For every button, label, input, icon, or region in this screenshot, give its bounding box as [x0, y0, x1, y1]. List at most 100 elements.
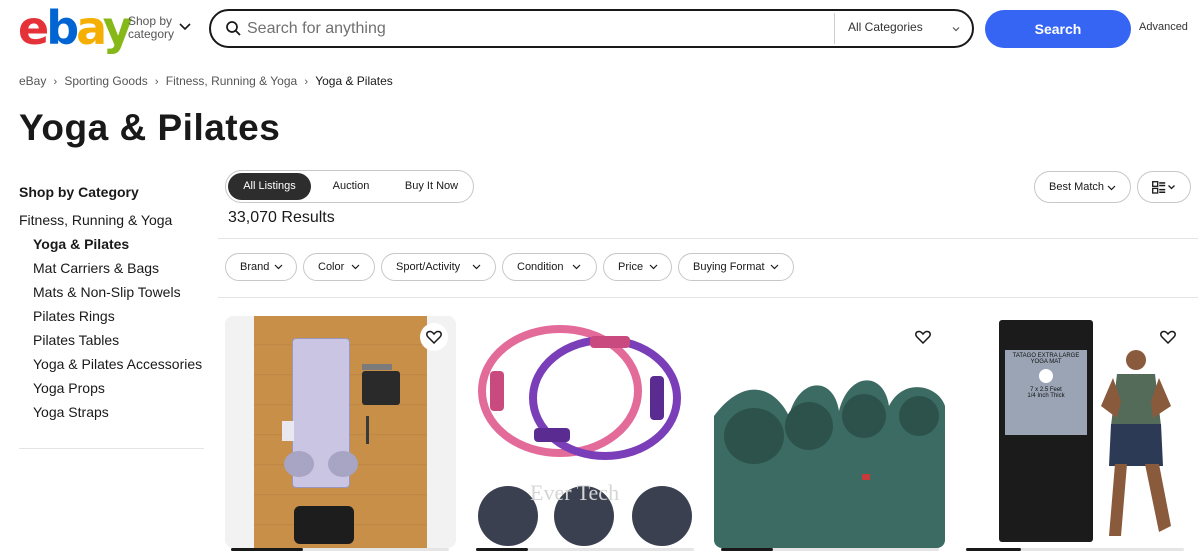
- watchlist-button[interactable]: [1154, 323, 1182, 351]
- product-card[interactable]: [714, 316, 945, 548]
- search-divider: [834, 13, 835, 44]
- chevron-down-icon[interactable]: [951, 24, 961, 34]
- results-count: 33,070 Results: [228, 209, 335, 226]
- sidebar-item-accessories[interactable]: Yoga & Pilates Accessories: [33, 356, 204, 372]
- heart-icon: [915, 330, 931, 344]
- chevron-down-icon: [770, 264, 779, 270]
- image-carousel-progress-fill: [476, 548, 529, 551]
- product-card[interactable]: TATAGO EXTRA LARGE YOGA MAT 7 x 2.5 Feet…: [959, 316, 1190, 548]
- chevron-down-icon: [649, 264, 658, 270]
- filter-brand[interactable]: Brand: [225, 253, 297, 281]
- image-carousel-progress: [476, 548, 694, 551]
- image-carousel-progress-fill: [966, 548, 1021, 551]
- sidebar-item-pilates-rings[interactable]: Pilates Rings: [33, 308, 204, 324]
- green-yoga-mat-image: [714, 380, 945, 548]
- sidebar-heading: Shop by Category: [19, 184, 139, 200]
- watchlist-button[interactable]: [909, 323, 937, 351]
- model-image: [1101, 350, 1171, 536]
- chevron-right-icon: ›: [154, 76, 159, 88]
- logo-letter-y: y: [102, 1, 133, 55]
- filter-label: Sport/Activity: [396, 261, 461, 273]
- chevron-down-icon: [472, 264, 481, 270]
- breadcrumb-current: Yoga & Pilates: [315, 74, 393, 88]
- sidebar-item-parent[interactable]: Fitness, Running & Yoga: [19, 212, 204, 236]
- product-image[interactable]: [714, 316, 945, 548]
- mat-label: TATAGO EXTRA LARGE YOGA MAT 7 x 2.5 Feet…: [1005, 350, 1087, 435]
- product-image[interactable]: [254, 316, 427, 548]
- sidebar-divider: [19, 448, 204, 449]
- shop-by-category-button[interactable]: Shop by category: [128, 15, 174, 41]
- shop-by-category-label: category: [128, 27, 175, 41]
- advanced-search-link[interactable]: Advanced: [1139, 21, 1188, 33]
- product-card[interactable]: [225, 316, 456, 548]
- header: ebay Shop by category All Categories Sea…: [0, 0, 1200, 60]
- sidebar-item-mat-carriers[interactable]: Mat Carriers & Bags: [33, 260, 204, 276]
- logo-letter-a: a: [76, 1, 106, 55]
- breadcrumb-item[interactable]: eBay: [19, 74, 46, 88]
- filter-sport-activity[interactable]: Sport/Activity: [381, 253, 496, 281]
- chevron-right-icon: ›: [304, 76, 309, 88]
- view-toggle-button[interactable]: [1137, 171, 1191, 203]
- chevron-down-icon[interactable]: [178, 20, 192, 34]
- filter-color[interactable]: Color: [303, 253, 375, 281]
- breadcrumb-item[interactable]: Sporting Goods: [64, 74, 147, 88]
- chevron-down-icon: [572, 264, 581, 270]
- chevron-down-icon: [351, 264, 360, 270]
- sort-button[interactable]: Best Match: [1034, 171, 1131, 203]
- sidebar-item-yoga-straps[interactable]: Yoga Straps: [33, 404, 204, 420]
- search-bar: All Categories: [209, 9, 974, 48]
- filter-label: Condition: [517, 261, 564, 273]
- filter-condition[interactable]: Condition: [502, 253, 597, 281]
- tab-buy-it-now[interactable]: Buy It Now: [392, 173, 471, 200]
- mat-label-text: YOGA MAT: [1030, 359, 1062, 365]
- filter-label: Buying Format: [693, 261, 765, 273]
- image-carousel-progress: [966, 548, 1184, 551]
- filter-price[interactable]: Price: [603, 253, 672, 281]
- filter-buying-format[interactable]: Buying Format: [678, 253, 794, 281]
- sidebar-item-yoga-props[interactable]: Yoga Props: [33, 380, 204, 396]
- search-button[interactable]: Search: [985, 10, 1131, 48]
- ring-usage-photos: Ever Tech: [470, 480, 701, 548]
- breadcrumb-item[interactable]: Fitness, Running & Yoga: [166, 74, 297, 88]
- mat-label-text: 1/4 Inch Thick: [1027, 393, 1065, 399]
- sort-label: Best Match: [1049, 181, 1105, 193]
- logo-letter-b: b: [46, 1, 79, 55]
- image-carousel-progress: [231, 548, 449, 551]
- category-sidebar: Shop by Category Fitness, Running & Yoga…: [19, 184, 204, 428]
- breadcrumb: eBay › Sporting Goods › Fitness, Running & Y…: [19, 74, 393, 88]
- image-carousel-progress-fill: [231, 548, 303, 551]
- mat-label-emblem: [1039, 369, 1053, 383]
- page-title: Yoga & Pilates: [19, 107, 281, 148]
- chevron-right-icon: ›: [53, 76, 58, 88]
- tab-all-listings[interactable]: All Listings: [228, 173, 311, 200]
- image-carousel-progress-fill: [721, 548, 774, 551]
- sidebar-item-yoga-pilates[interactable]: Yoga & Pilates: [33, 236, 204, 252]
- pilates-rings-image: [478, 325, 681, 460]
- image-carousel-progress: [721, 548, 939, 551]
- product-image[interactable]: Ever Tech: [470, 316, 701, 548]
- chevron-down-icon: [274, 264, 283, 270]
- heart-icon: [1160, 330, 1176, 344]
- yoga-mat-roll: TATAGO EXTRA LARGE YOGA MAT 7 x 2.5 Feet…: [999, 320, 1093, 542]
- chevron-down-icon: [1107, 185, 1116, 191]
- logo-letter-e: e: [18, 1, 49, 55]
- search-input[interactable]: [247, 17, 827, 41]
- watermark: Ever Tech: [530, 480, 620, 505]
- filter-label: Brand: [240, 261, 270, 273]
- heart-icon: [426, 330, 442, 344]
- product-card[interactable]: Ever Tech: [470, 316, 701, 548]
- category-select[interactable]: All Categories: [848, 20, 923, 34]
- sidebar-item-mats-towels[interactable]: Mats & Non-Slip Towels: [33, 284, 204, 300]
- search-icon: [226, 21, 241, 36]
- list-view-icon: [1152, 181, 1175, 194]
- divider: [218, 238, 1198, 239]
- watchlist-button[interactable]: [420, 323, 448, 351]
- filter-label: Color: [318, 261, 345, 273]
- divider: [218, 297, 1198, 298]
- tab-auction[interactable]: Auction: [316, 173, 386, 200]
- product-image[interactable]: TATAGO EXTRA LARGE YOGA MAT 7 x 2.5 Feet…: [959, 316, 1190, 548]
- filter-label: Price: [618, 261, 644, 273]
- listing-type-tabs: All Listings Auction Buy It Now: [225, 170, 474, 203]
- ebay-logo[interactable]: ebay: [18, 5, 133, 51]
- sidebar-item-pilates-tables[interactable]: Pilates Tables: [33, 332, 204, 348]
